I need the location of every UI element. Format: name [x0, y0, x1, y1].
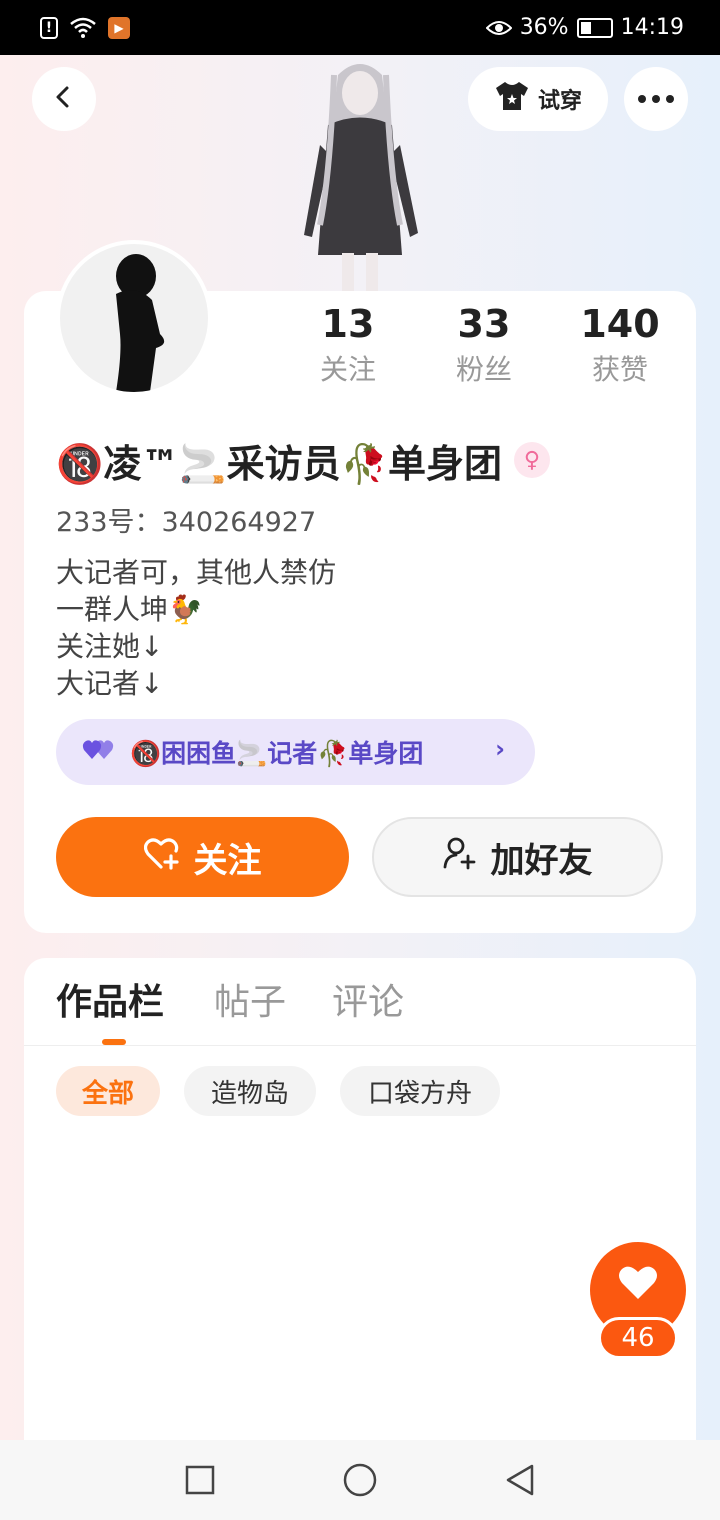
- chevron-right-icon: ›: [495, 735, 505, 763]
- bio: 大记者可，其他人禁仿 一群人坤🐓 关注她↓ 大记者↓: [56, 554, 336, 702]
- stat-label: 粉丝: [455, 353, 512, 386]
- chip-pocket-ark[interactable]: 口袋方舟: [340, 1066, 500, 1116]
- group-label: 🔞困困鱼🚬记者🥀单身团: [130, 739, 424, 768]
- chevron-left-icon: [52, 85, 76, 113]
- chip-all[interactable]: 全部: [56, 1066, 160, 1116]
- chip-creation-island[interactable]: 造物岛: [184, 1066, 316, 1116]
- stat-followers[interactable]: 33 粉丝: [416, 300, 552, 392]
- avatar[interactable]: [56, 240, 212, 396]
- status-left: ! ▶: [40, 16, 130, 39]
- double-heart-icon: [82, 737, 118, 767]
- person-add-icon: [443, 836, 477, 879]
- app-notification-icon: ▶: [108, 16, 130, 39]
- heart-plus-icon: [143, 836, 180, 879]
- like-count: 46: [598, 1317, 678, 1359]
- bio-line: 一群人坤🐓: [56, 593, 203, 626]
- more-dots-icon: [638, 95, 674, 103]
- wifi-icon: [70, 17, 96, 39]
- bio-line: 大记者可，其他人禁仿: [56, 556, 337, 589]
- character-figure: [304, 64, 418, 291]
- bio-line: 大记者↓: [56, 667, 164, 700]
- tab-comments[interactable]: 评论: [332, 980, 404, 1026]
- alert-icon: !: [40, 16, 58, 39]
- heart-icon: [618, 1265, 658, 1305]
- avatar-silhouette: [116, 254, 165, 392]
- stat-value: 33: [457, 302, 511, 346]
- divider: [24, 1045, 696, 1046]
- stat-value: 13: [321, 302, 375, 346]
- more-button[interactable]: [624, 67, 688, 131]
- shirt-icon: [494, 80, 530, 118]
- eye-icon: [485, 19, 512, 37]
- clock: 14:19: [620, 15, 684, 40]
- home-icon[interactable]: [340, 1460, 380, 1500]
- bio-line: 关注她↓: [56, 630, 164, 663]
- stat-value: 140: [580, 302, 660, 346]
- try-on-label: 试穿: [537, 89, 582, 114]
- stat-label: 获赞: [591, 353, 648, 386]
- add-friend-button[interactable]: 加好友: [372, 817, 663, 897]
- stat-label: 关注: [319, 353, 376, 386]
- back-nav-icon[interactable]: [500, 1460, 540, 1500]
- status-right: 36% 14:19: [485, 15, 684, 40]
- back-button[interactable]: [32, 67, 96, 131]
- battery-icon: [576, 17, 613, 38]
- nickname-text: 🔞凌™🚬采访员🥀单身团: [56, 441, 502, 486]
- add-friend-label: 加好友: [490, 840, 593, 881]
- recent-apps-icon[interactable]: [180, 1460, 220, 1500]
- status-bar: ! ▶ 36% 14:19: [0, 0, 720, 55]
- group-link[interactable]: 🔞困困鱼🚬记者🥀单身团 ›: [56, 719, 535, 785]
- tab-posts[interactable]: 帖子: [214, 980, 286, 1026]
- battery-percent: 36%: [519, 15, 569, 40]
- follow-button[interactable]: 关注: [56, 817, 349, 897]
- female-icon: ♀: [513, 442, 550, 478]
- stat-following[interactable]: 13 关注: [280, 300, 416, 392]
- stat-likes[interactable]: 140 获赞: [552, 300, 688, 392]
- works-card: [24, 958, 696, 1478]
- follow-label: 关注: [193, 840, 262, 881]
- user-id: 233号：340264927: [56, 507, 317, 538]
- system-nav-bar: [0, 1440, 720, 1520]
- try-on-button[interactable]: 试穿: [468, 67, 608, 131]
- tab-works[interactable]: 作品栏: [56, 980, 164, 1026]
- stats-row: 13 关注 33 粉丝 140 获赞: [280, 300, 690, 392]
- nickname: 🔞凌™🚬采访员🥀单身团 ♀: [56, 432, 550, 488]
